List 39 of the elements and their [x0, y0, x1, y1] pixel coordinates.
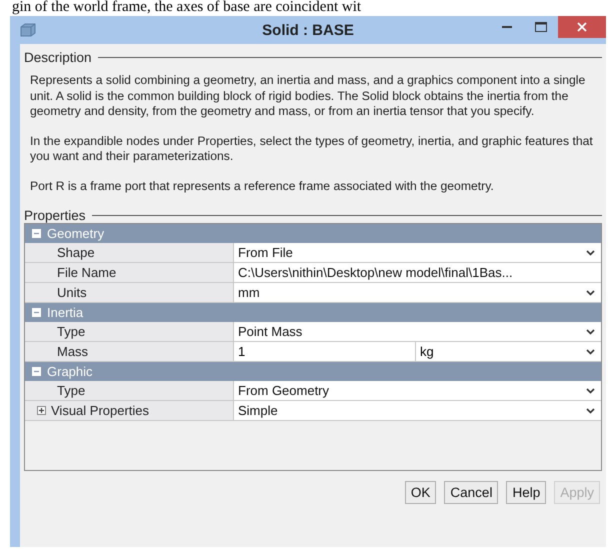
- dropdown[interactable]: mm: [234, 283, 601, 302]
- dropdown[interactable]: From File: [234, 243, 601, 262]
- unit-dropdown[interactable]: kg: [416, 342, 601, 361]
- dialog-button[interactable]: Help: [506, 481, 546, 504]
- close-icon: [577, 22, 587, 32]
- property-name: Type: [25, 322, 234, 341]
- chevron-down-icon: [586, 328, 595, 334]
- dropdown[interactable]: Simple: [234, 401, 601, 420]
- close-button[interactable]: [558, 16, 606, 38]
- property-name: Units: [25, 283, 234, 302]
- dialog-button[interactable]: Cancel: [444, 481, 498, 504]
- collapse-icon[interactable]: [32, 229, 41, 238]
- cube-icon: [20, 23, 36, 37]
- property-name: Shape: [25, 243, 234, 262]
- input-field[interactable]: C:\Users\nithin\Desktop\new model\final\1Bas...: [234, 263, 601, 282]
- description-text: Represents a solid combining a geometry, an inertia and mass, and a graphics component into a single unit. A solid is the common building block of rigid bodies. The Solid block obtains the inertia from the geometry and density, from the geometry and mass, or from an inertia tensor that you specify.: [30, 73, 586, 120]
- description-text: In the expandible nodes under Properties, select the types of geometry, inertia, and graphic features that you want and their parameterizations.: [30, 134, 594, 164]
- chevron-down-icon: [586, 388, 595, 394]
- dialog-button[interactable]: OK: [404, 481, 436, 504]
- collapse-icon[interactable]: [32, 367, 41, 376]
- dropdown[interactable]: Point Mass: [234, 322, 601, 341]
- section-heading: Properties: [24, 208, 86, 223]
- window-title: Solid : BASE: [261, 22, 355, 38]
- dropdown[interactable]: From Geometry: [234, 381, 601, 400]
- chevron-down-icon: [586, 348, 595, 354]
- document-text: gin of the world frame, the axes of base are coincident wit: [12, 0, 362, 15]
- maximize-icon[interactable]: [535, 22, 547, 32]
- property-name: File Name: [25, 263, 234, 282]
- chevron-down-icon: [586, 250, 595, 256]
- input-field[interactable]: 1: [234, 342, 416, 361]
- section-heading: Description: [24, 50, 92, 65]
- description-text: Port R is a frame port that represents a reference frame associated with the geometry.: [30, 178, 495, 194]
- chevron-down-icon: [586, 408, 595, 414]
- property-name: Mass: [25, 342, 234, 361]
- property-name: Type: [25, 381, 234, 400]
- collapse-icon[interactable]: [32, 308, 41, 317]
- expand-icon[interactable]: [37, 406, 46, 415]
- chevron-down-icon: [586, 290, 595, 296]
- property-name: Visual Properties: [25, 401, 234, 420]
